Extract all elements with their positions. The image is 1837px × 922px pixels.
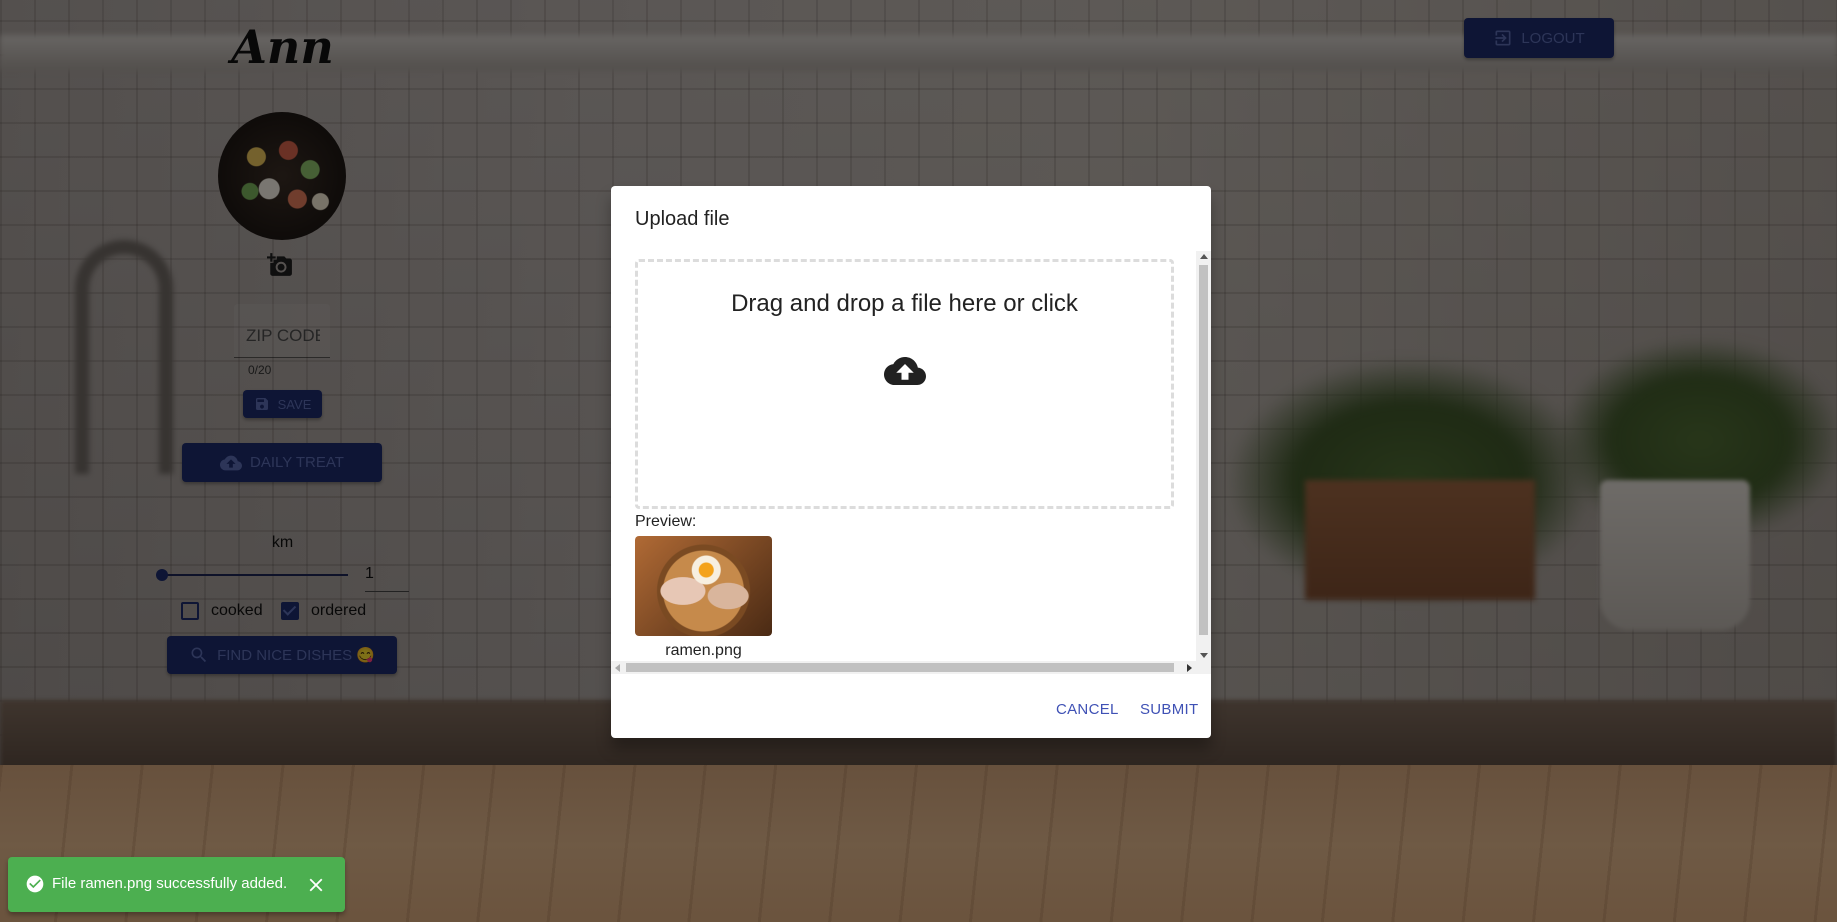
vertical-scrollbar[interactable] — [1196, 251, 1211, 661]
success-snackbar: File ramen.png successfully added. — [8, 857, 345, 912]
preview-file-name: ramen.png — [665, 642, 742, 659]
dialog-title: Upload file — [635, 208, 730, 230]
upload-dialog: Upload file Drag and drop a file here or… — [611, 186, 1211, 738]
file-dropzone[interactable]: Drag and drop a file here or click — [635, 259, 1174, 509]
cancel-button[interactable]: Cancel — [1050, 700, 1125, 719]
dialog-content: Drag and drop a file here or click Previ… — [611, 251, 1211, 674]
submit-button[interactable]: Submit — [1134, 700, 1204, 719]
dropzone-text: Drag and drop a file here or click — [731, 290, 1078, 317]
close-icon[interactable] — [305, 874, 327, 896]
preview-thumbnail — [635, 536, 772, 636]
cloud-upload-icon — [884, 357, 926, 385]
horizontal-scrollbar[interactable] — [611, 661, 1196, 674]
preview-label: Preview: — [635, 513, 697, 530]
snackbar-message: File ramen.png successfully added. — [52, 875, 288, 892]
check-circle-icon — [26, 875, 44, 893]
